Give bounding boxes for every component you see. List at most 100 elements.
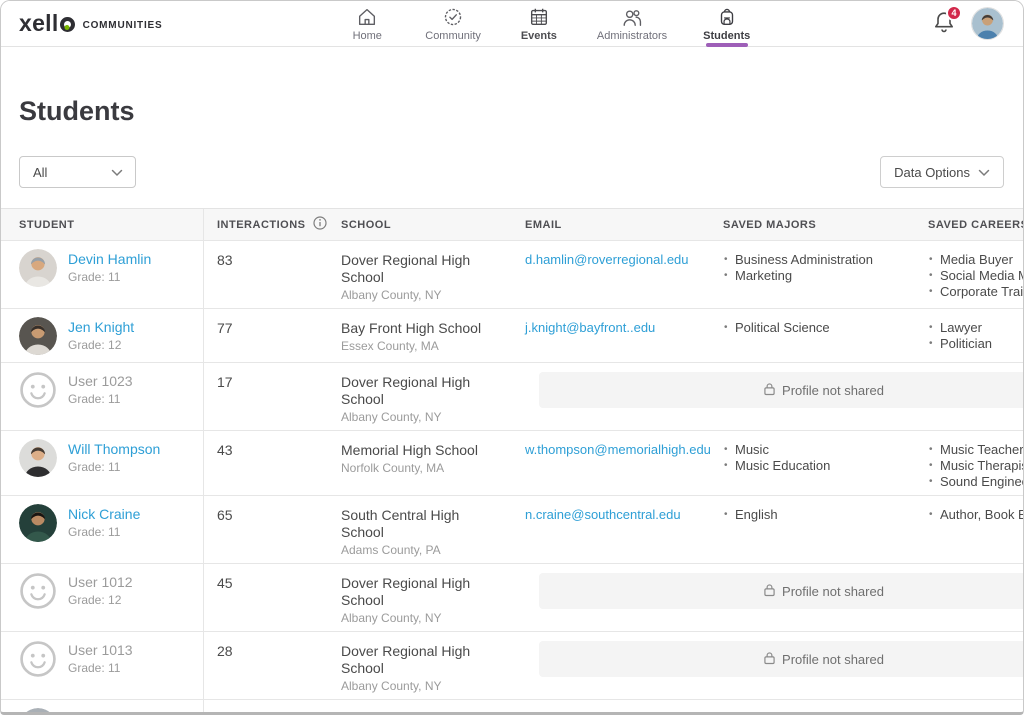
student-cell: Devin Hamlin Grade: 11 (1, 241, 204, 308)
saved-careers-list: LawyerPolitician (928, 320, 1024, 352)
student-email-link[interactable]: n.craine@southcentral.edu (525, 507, 681, 522)
saved-careers-list: Author, Book Editor (928, 507, 1024, 523)
nav-item-events[interactable]: Events (517, 1, 561, 47)
saved-careers-list: EngineerBiomedical EngineerDoctor (928, 711, 1024, 715)
profile-not-shared-badge: Profile not shared (539, 372, 1024, 408)
top-navbar: xell COMMUNITIES Home Community Event (1, 1, 1023, 47)
nav-item-students[interactable]: Students (703, 1, 750, 47)
list-item: Lawyer (928, 320, 1024, 336)
student-email-link[interactable]: d.hamlin@roverregional.edu (525, 252, 689, 267)
student-avatar (19, 504, 57, 542)
school-name: Memorial High School (341, 442, 504, 459)
student-grade: Grade: 12 (68, 338, 134, 353)
student-name-link[interactable]: Nick Craine (68, 506, 140, 523)
students-icon (716, 6, 738, 28)
student-grade: Grade: 11 (68, 661, 133, 676)
student-name: User 1013 (68, 642, 133, 659)
table-row: User 1012 Grade: 12 45 Dover Regional Hi… (1, 564, 1024, 632)
toolbar: All Data Options (19, 156, 1004, 188)
table-row: Will Thompson Grade: 11 43 Memorial High… (1, 431, 1024, 496)
nav-item-home[interactable]: Home (345, 1, 389, 47)
topbar-right: 4 (933, 8, 1003, 39)
email-cell: w.thompson@memorialhigh.edu (512, 431, 710, 495)
saved-majors-cell: English (710, 496, 915, 563)
profile-not-shared-label: Profile not shared (782, 383, 884, 398)
page-title: Students (19, 96, 1023, 127)
profile-not-shared-cell: Profile not shared (512, 632, 1024, 699)
school-cell: South Central High School Adams County, … (328, 496, 512, 563)
student-name-link[interactable]: Devin Hamlin (68, 251, 151, 268)
student-filter-dropdown[interactable]: All (19, 156, 136, 188)
list-item: Social Media Manager (928, 268, 1024, 284)
student-email-link[interactable]: k.soto@rushmore.edu (525, 711, 653, 715)
table-row: User 1023 Grade: 11 17 Dover Regional Hi… (1, 363, 1024, 431)
saved-careers-cell: Music TeacherMusic TherapistSound Engine… (915, 431, 1024, 495)
interactions-cell: 83 (204, 241, 328, 308)
list-item: Music Teacher (928, 442, 1024, 458)
school-location: Adams County, PA (341, 543, 504, 558)
lock-icon (764, 651, 775, 668)
nav-item-community[interactable]: Community (425, 1, 481, 47)
data-options-button[interactable]: Data Options (880, 156, 1004, 188)
chevron-down-icon (978, 165, 990, 180)
list-item: Music (723, 442, 907, 458)
table-viewport: STUDENT INTERACTIONS SCHOOL EMAIL SAVED … (1, 208, 1024, 715)
info-icon[interactable] (313, 216, 327, 233)
saved-majors-cell: Business AdministrationMarketing (710, 241, 915, 308)
school-name: Dover Regional High School (341, 643, 504, 677)
saved-careers-cell: LawyerPolitician (915, 309, 1024, 362)
school-location: Albany County, NY (341, 288, 504, 303)
lock-icon (764, 583, 775, 600)
interactions-cell: 65 (204, 496, 328, 563)
table-header-row: STUDENT INTERACTIONS SCHOOL EMAIL SAVED … (1, 208, 1024, 241)
list-item: Media Buyer (928, 252, 1024, 268)
student-name-link[interactable]: Kim Soto (68, 710, 125, 715)
school-location: Albany County, NY (341, 410, 504, 425)
student-name: User 1023 (68, 373, 133, 390)
student-grade: Grade: 11 (68, 460, 160, 475)
student-email-link[interactable]: j.knight@bayfront..edu (525, 320, 655, 335)
student-avatar (19, 317, 57, 355)
saved-careers-list: Media BuyerSocial Media ManagerCorporate… (928, 252, 1024, 300)
student-name-link[interactable]: Will Thompson (68, 441, 160, 458)
column-header-saved-careers: SAVED CAREERS (915, 209, 1024, 240)
school-location: Albany County, NY (341, 679, 504, 694)
logo-suffix: COMMUNITIES (83, 16, 163, 31)
saved-careers-cell: Author, Book Editor (915, 496, 1024, 563)
nav-label: Administrators (597, 30, 667, 42)
student-name-link[interactable]: Jen Knight (68, 319, 134, 336)
nav-item-administrators[interactable]: Administrators (597, 1, 667, 47)
school-name: Rushmore Academy (341, 711, 504, 715)
user-avatar[interactable] (972, 8, 1003, 39)
notifications-bell-icon[interactable]: 4 (933, 10, 955, 38)
home-icon (356, 6, 378, 28)
community-icon (442, 6, 464, 28)
student-cell: User 1023 Grade: 11 (1, 363, 204, 430)
column-header-label: INTERACTIONS (217, 219, 306, 231)
lock-icon (764, 382, 775, 399)
school-cell: Dover Regional High School Albany County… (328, 564, 512, 631)
xello-logo[interactable]: xell COMMUNITIES (19, 12, 163, 35)
table-row: Nick Craine Grade: 11 65 South Central H… (1, 496, 1024, 564)
student-email-link[interactable]: w.thompson@memorialhigh.edu (525, 442, 711, 457)
profile-not-shared-cell: Profile not shared (512, 564, 1024, 631)
saved-majors-list: EngineeringBiomedical Engineering (723, 711, 907, 715)
interactions-cell: 28 (204, 632, 328, 699)
notification-count-badge: 4 (946, 5, 962, 21)
list-item: Music Therapist (928, 458, 1024, 474)
main-nav: Home Community Events Administrators (163, 1, 934, 47)
school-location: Albany County, NY (341, 611, 504, 626)
school-cell: Dover Regional High School Albany County… (328, 241, 512, 308)
student-cell: Will Thompson Grade: 11 (1, 431, 204, 495)
saved-majors-list: Political Science (723, 320, 907, 336)
list-item: Engineer (928, 711, 1024, 715)
profile-not-shared-label: Profile not shared (782, 584, 884, 599)
list-item: Business Administration (723, 252, 907, 268)
student-cell: User 1012 Grade: 12 (1, 564, 204, 631)
email-cell: k.soto@rushmore.edu (512, 700, 710, 715)
nav-label: Community (425, 30, 481, 42)
school-location: Essex County, MA (341, 339, 504, 354)
student-avatar (19, 249, 57, 287)
school-cell: Memorial High School Norfolk County, MA (328, 431, 512, 495)
saved-majors-cell: EngineeringBiomedical Engineering (710, 700, 915, 715)
